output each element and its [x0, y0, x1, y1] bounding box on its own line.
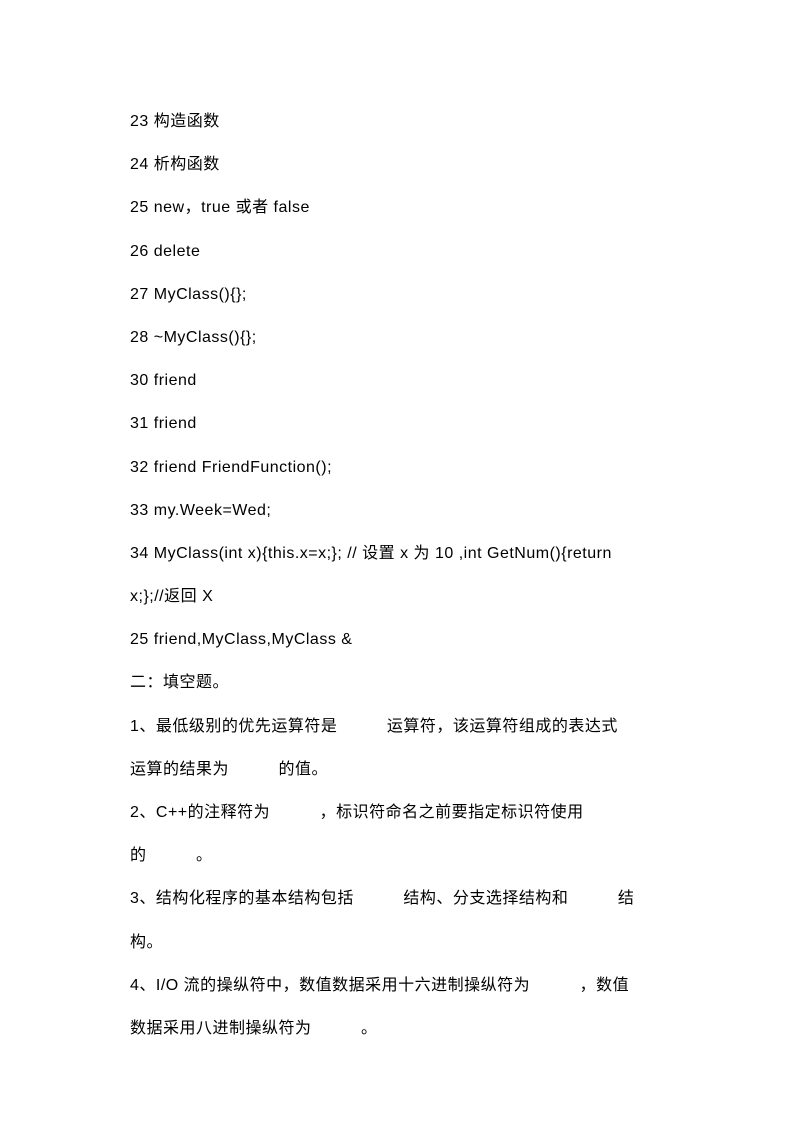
text-line: 数据采用八进制操纵符为 。 [130, 1007, 664, 1050]
text-line: 4、I/O 流的操纵符中，数值数据采用十六进制操纵符为 ，数值 [130, 964, 664, 1007]
text-line: 25 new，true 或者 false [130, 186, 664, 229]
text-line: 31 friend [130, 402, 664, 445]
text-line: 27 MyClass(){}; [130, 273, 664, 316]
text-line: 二：填空题。 [130, 661, 664, 704]
text-line: 1、最低级别的优先运算符是 运算符，该运算符组成的表达式 [130, 705, 664, 748]
text-line: 的 。 [130, 834, 664, 877]
document-page: 23 构造函数 24 析构函数 25 new，true 或者 false 26 … [0, 0, 794, 1050]
text-line: 2、C++的注释符为 ，标识符命名之前要指定标识符使用 [130, 791, 664, 834]
text-line: 30 friend [130, 359, 664, 402]
text-line: 23 构造函数 [130, 100, 664, 143]
text-line: 构。 [130, 921, 664, 964]
text-line: 24 析构函数 [130, 143, 664, 186]
text-line: 34 MyClass(int x){this.x=x;}; // 设置 x 为 … [130, 532, 664, 575]
text-line: 28 ~MyClass(){}; [130, 316, 664, 359]
text-line: x;};//返回 X [130, 575, 664, 618]
text-line: 32 friend FriendFunction(); [130, 446, 664, 489]
text-line: 运算的结果为 的值。 [130, 748, 664, 791]
text-line: 25 friend,MyClass,MyClass & [130, 618, 664, 661]
text-line: 33 my.Week=Wed; [130, 489, 664, 532]
text-line: 3、结构化程序的基本结构包括 结构、分支选择结构和 结 [130, 877, 664, 920]
text-line: 26 delete [130, 230, 664, 273]
